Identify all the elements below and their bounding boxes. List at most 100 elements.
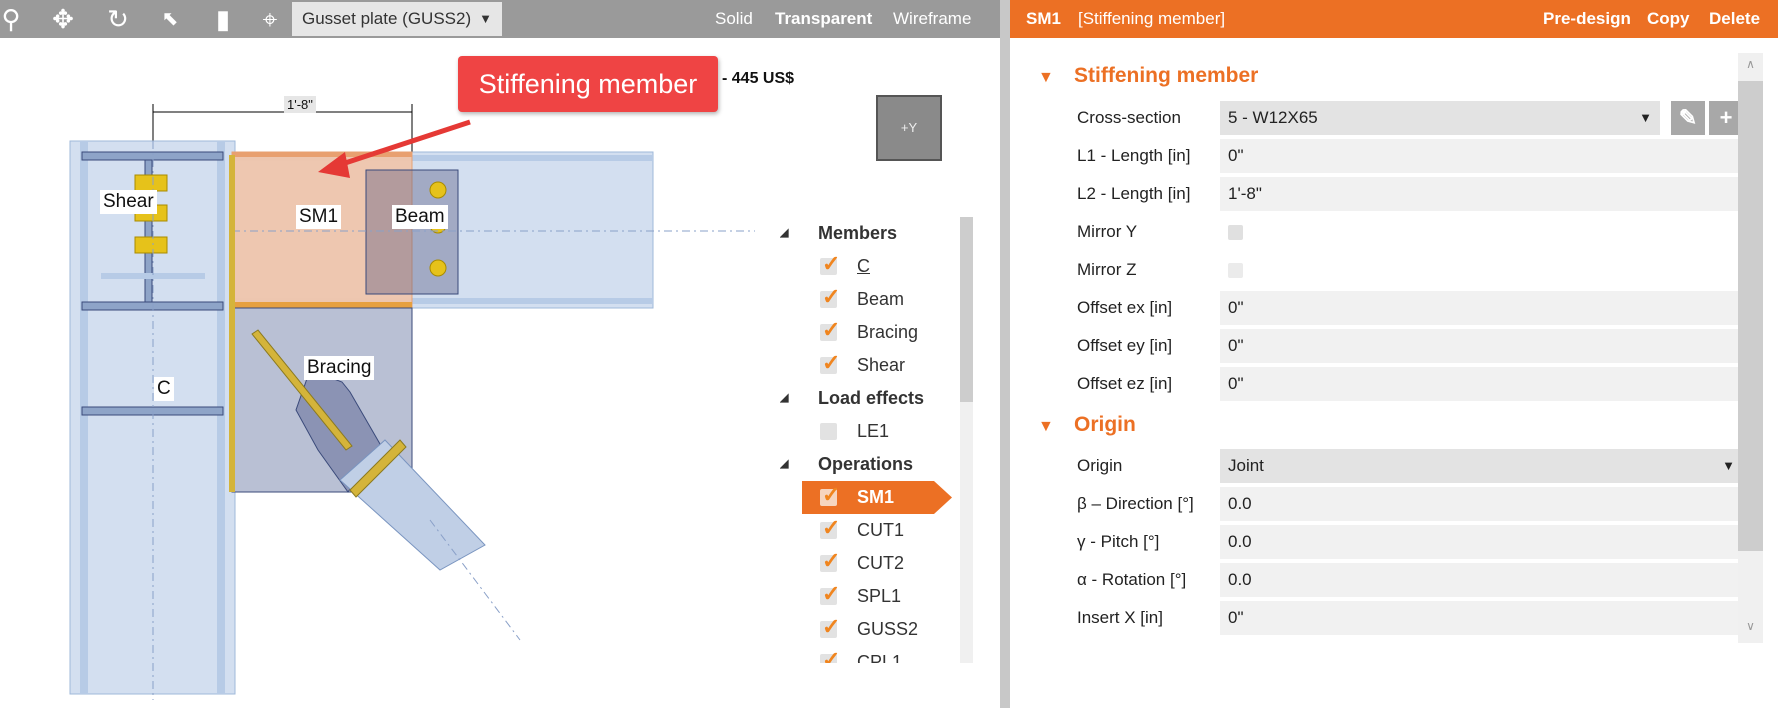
tree-scrollbar[interactable] — [960, 217, 973, 663]
offset-ez-input[interactable]: 0" — [1220, 367, 1743, 401]
view-select-value: Gusset plate (GUSS2) — [302, 9, 472, 28]
field-label: L2 - Length [in] — [1077, 184, 1191, 203]
tree-item-cpl1[interactable]: ✓ CPL1 — [780, 646, 945, 663]
collapse-icon: ◢ — [780, 227, 789, 239]
section-stiffening-member[interactable]: ▼ Stiffening member — [1038, 64, 1258, 88]
tree-group-members[interactable]: ◢ Members — [780, 217, 945, 250]
tree-item-spl1[interactable]: ✓ SPL1 — [780, 580, 945, 613]
check-icon: ✓ — [822, 251, 841, 276]
group-label: Load effects — [818, 388, 925, 408]
origin-row: Origin Joint ▼ — [1077, 449, 1743, 483]
viewport-pane: ⚲ ✥ ↻ ⬉ ▮ ⌖ Gusset plate (GUSS2) ▼ Solid … — [0, 0, 1000, 708]
offset-ey-input[interactable]: 0" — [1220, 329, 1743, 363]
item-label: CPL1 — [857, 652, 903, 663]
dimension-label: 1'-8" — [284, 96, 316, 113]
pan-icon[interactable]: ✥ — [48, 4, 78, 34]
scrollbar-thumb[interactable] — [1738, 81, 1763, 551]
l2-length-input[interactable]: 1'-8" — [1220, 177, 1743, 211]
insert-x-input[interactable]: 0" — [1220, 601, 1743, 635]
item-label: SM1 — [857, 487, 895, 507]
group-label: Members — [818, 223, 898, 243]
view-cube[interactable]: +Y — [876, 95, 942, 161]
chevron-down-icon: ▼ — [1722, 458, 1735, 473]
select-value: Joint — [1228, 456, 1264, 475]
delete-button[interactable]: Delete — [1709, 0, 1760, 38]
price-label: - 445 US$ — [722, 70, 795, 87]
bolt-group — [134, 174, 168, 254]
l1-length-input[interactable]: 0" — [1220, 139, 1743, 173]
3d-view-icon[interactable]: ▮ — [208, 4, 238, 34]
chevron-down-icon: ▼ — [479, 11, 492, 26]
field-label: Insert X [in] — [1077, 608, 1163, 627]
mirror-y-row: Mirror Y — [1077, 215, 1743, 249]
toolbar: ⚲ ✥ ↻ ⬉ ▮ ⌖ Gusset plate (GUSS2) ▼ Solid … — [0, 0, 1000, 38]
edit-icon[interactable]: ✎ — [1671, 101, 1705, 135]
item-label: CUT1 — [857, 520, 905, 540]
tree-group-operations[interactable]: ◢ Operations — [780, 448, 945, 481]
tree-group-load-effects[interactable]: ◢ Load effects — [780, 382, 945, 415]
mode-solid[interactable]: Solid — [715, 0, 753, 38]
tree-item-cut1[interactable]: ✓ CUT1 — [780, 514, 945, 547]
scroll-down-icon[interactable]: ∨ — [1738, 619, 1763, 633]
direction-row: β – Direction [°] 0.0 — [1077, 487, 1743, 521]
mirror-z-checkbox[interactable] — [1228, 263, 1243, 278]
weld — [229, 155, 235, 492]
check-icon: ✓ — [822, 647, 841, 663]
properties-panel: SM1 [Stiffening member] Pre-design Copy … — [1010, 0, 1778, 708]
item-label: Bracing — [857, 322, 919, 342]
fit-icon[interactable]: ⬉ — [155, 4, 185, 34]
predesign-button[interactable]: Pre-design — [1543, 0, 1631, 38]
scrollbar-thumb[interactable] — [960, 217, 973, 402]
offset-ex-row: Offset ex [in] 0" — [1077, 291, 1743, 325]
field-label: Offset ey [in] — [1077, 336, 1173, 355]
item-label: SPL1 — [857, 586, 902, 606]
rotate-icon[interactable]: ↻ — [103, 4, 133, 34]
mode-transparent[interactable]: Transparent — [775, 0, 872, 38]
tree-item-le1[interactable]: LE1 — [780, 415, 945, 448]
direction-input[interactable]: 0.0 — [1220, 487, 1743, 521]
tree-item-shear[interactable]: ✓ Shear — [780, 349, 945, 382]
origin-select[interactable]: Joint ▼ — [1220, 449, 1743, 483]
check-icon: ✓ — [822, 350, 841, 375]
tree-item-bracing[interactable]: ✓ Bracing — [780, 316, 945, 349]
tree-item-beam[interactable]: ✓ Beam — [780, 283, 945, 316]
section-title: Origin — [1074, 413, 1136, 436]
tree-item-guss2[interactable]: ✓ GUSS2 — [780, 613, 945, 646]
properties-scrollbar[interactable]: ∧ ∨ — [1738, 53, 1763, 643]
section-origin[interactable]: ▼ Origin — [1038, 413, 1136, 437]
copy-button[interactable]: Copy — [1647, 0, 1690, 38]
label-column: C — [154, 377, 174, 401]
mode-wireframe[interactable]: Wireframe — [893, 0, 971, 38]
sm1-flange — [232, 302, 412, 308]
field-label: Mirror Z — [1077, 260, 1137, 279]
view-select[interactable]: Gusset plate (GUSS2) ▼ — [292, 2, 502, 36]
select-value: 5 - W12X65 — [1228, 108, 1318, 127]
label-shear: Shear — [100, 190, 157, 214]
field-label: Offset ex [in] — [1077, 298, 1173, 317]
pitch-input[interactable]: 0.0 — [1220, 525, 1743, 559]
crop-icon[interactable]: ⌖ — [255, 4, 285, 34]
collapse-icon: ◢ — [780, 458, 789, 470]
beam-bolts — [429, 181, 447, 277]
field-label: Offset ez [in] — [1077, 374, 1173, 393]
tree-item-sm1[interactable]: ✓ SM1 — [802, 481, 952, 514]
collapse-icon: ▼ — [1038, 69, 1054, 86]
cross-section-select[interactable]: 5 - W12X65 ▼ — [1220, 101, 1660, 135]
checkbox[interactable] — [820, 423, 837, 440]
mirror-y-checkbox[interactable] — [1228, 225, 1243, 240]
section-title: Stiffening member — [1074, 64, 1259, 87]
pane-splitter[interactable] — [1000, 0, 1010, 708]
sm1-flange — [232, 152, 412, 157]
scroll-up-icon[interactable]: ∧ — [1738, 57, 1763, 71]
label-bracing: Bracing — [304, 356, 375, 380]
zoom-icon[interactable]: ⚲ — [0, 4, 26, 34]
field-label: Mirror Y — [1077, 222, 1138, 241]
tree-item-c[interactable]: ✓ C — [780, 250, 945, 283]
check-icon: ✓ — [822, 614, 841, 639]
rotation-row: α - Rotation [°] 0.0 — [1077, 563, 1743, 597]
offset-ez-row: Offset ez [in] 0" — [1077, 367, 1743, 401]
tree-item-cut2[interactable]: ✓ CUT2 — [780, 547, 945, 580]
column-flange — [80, 141, 88, 694]
rotation-input[interactable]: 0.0 — [1220, 563, 1743, 597]
offset-ex-input[interactable]: 0" — [1220, 291, 1743, 325]
